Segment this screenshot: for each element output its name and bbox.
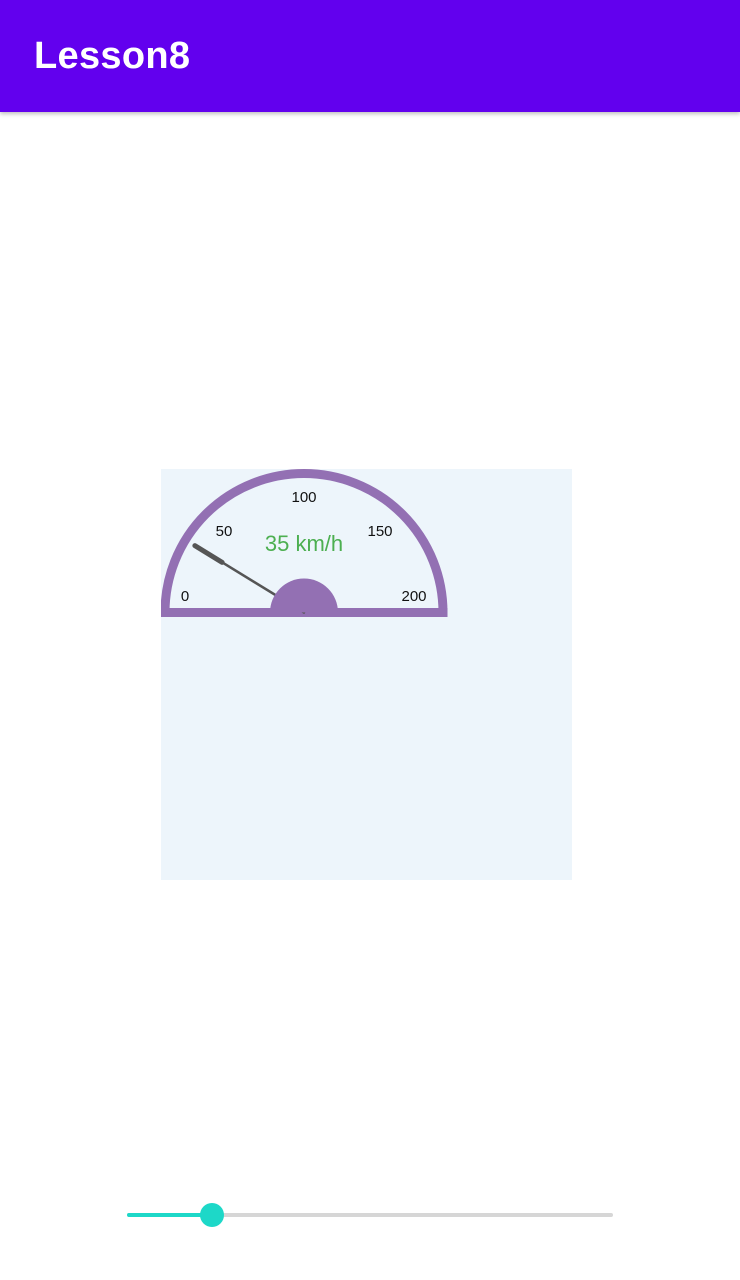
tick-label-150: 150 <box>367 523 392 540</box>
tick-label-100: 100 <box>291 489 316 506</box>
speed-slider[interactable] <box>127 1200 613 1230</box>
speed-readout: 35 km/h <box>265 531 343 556</box>
slider-thumb[interactable] <box>200 1203 225 1227</box>
app-title: Lesson8 <box>34 34 191 77</box>
speedometer-panel: 0 50 100 150 200 35 km/h <box>161 469 572 880</box>
tick-label-50: 50 <box>216 523 233 540</box>
speedometer-gauge: 0 50 100 150 200 35 km/h <box>161 469 572 880</box>
tick-label-200: 200 <box>401 588 426 605</box>
tick-label-0: 0 <box>181 588 189 605</box>
app-bar: Lesson8 <box>0 0 740 112</box>
